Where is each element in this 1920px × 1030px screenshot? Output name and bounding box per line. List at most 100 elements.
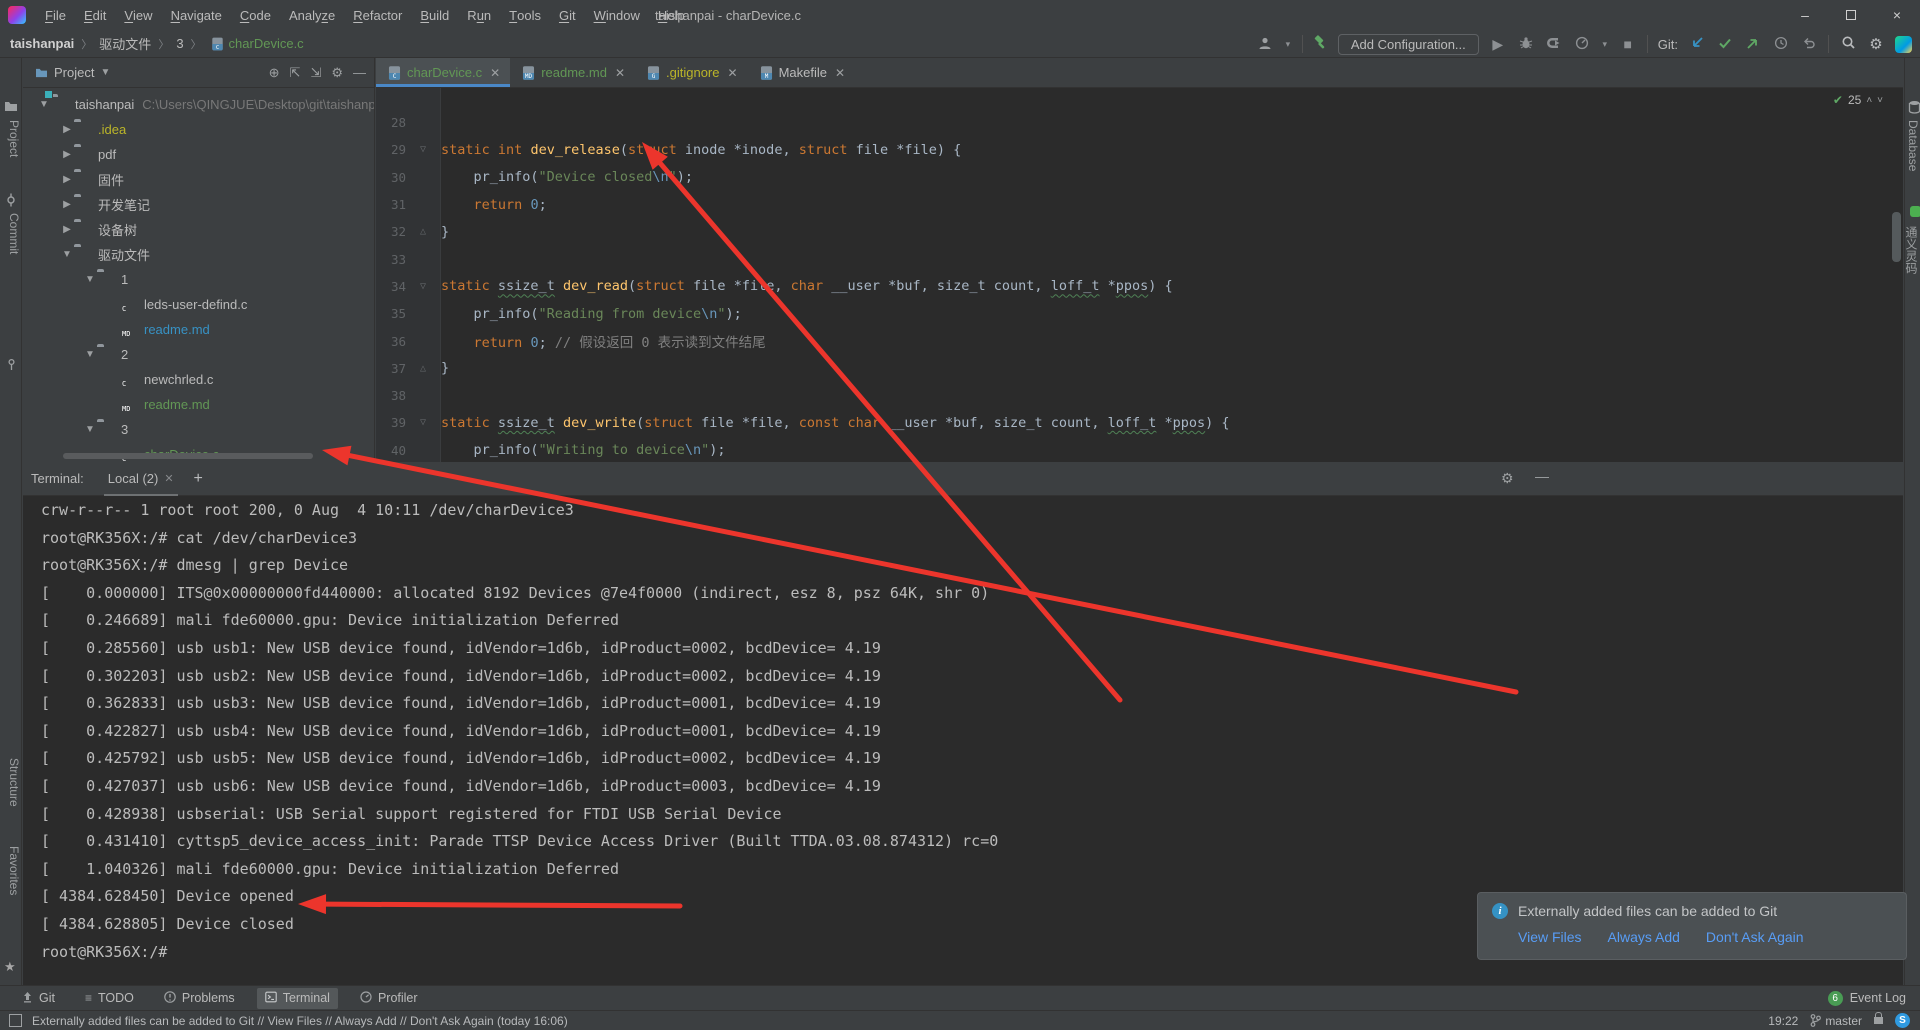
rollback-icon[interactable] (1800, 36, 1818, 53)
editor-tab-.gitignore[interactable]: G.gitignore✕ (635, 58, 748, 87)
line-number[interactable]: 36 (376, 334, 406, 349)
git-push-icon[interactable] (1744, 36, 1762, 53)
line-number[interactable]: 33 (376, 252, 406, 267)
next-problem-icon[interactable]: ˅ (1877, 95, 1883, 106)
menu-edit[interactable]: Edit (75, 0, 115, 30)
build-hammer-icon[interactable] (1313, 35, 1328, 54)
minimize-button[interactable]: – (1782, 0, 1828, 30)
menu-code[interactable]: Code (231, 0, 280, 30)
line-number[interactable]: 34 (376, 279, 406, 294)
tree-chevron-icon[interactable]: ▼ (83, 274, 97, 285)
tree-item-taishanpai[interactable]: ▼taishanpaiC:\Users\QINGJUE\Desktop\git\… (23, 92, 374, 117)
menu-build[interactable]: Build (411, 0, 458, 30)
tree-item-newchrled.c[interactable]: Cnewchrled.c (23, 367, 374, 392)
tree-item-3[interactable]: ▼3 (23, 417, 374, 442)
editor-tab-readme.md[interactable]: MDreadme.md✕ (510, 58, 635, 87)
line-number[interactable]: 40 (376, 443, 406, 458)
tree-item-1[interactable]: ▼1 (23, 267, 374, 292)
tree-chevron-icon[interactable]: ▶ (60, 199, 74, 210)
tree-item-.idea[interactable]: ▶.idea (23, 117, 374, 142)
new-terminal-icon[interactable]: + (194, 470, 203, 488)
tree-chevron-icon[interactable]: ▶ (60, 124, 74, 135)
menu-analyze[interactable]: Analyze (280, 0, 344, 30)
project-horizontal-scrollbar[interactable] (63, 453, 313, 459)
user-icon[interactable] (1256, 36, 1274, 53)
collapse-all-icon[interactable]: ⇱ (290, 65, 301, 81)
terminal-settings-gear-icon[interactable]: ⚙ (1501, 470, 1514, 487)
commit-toolwindow-icon[interactable] (3, 193, 19, 209)
menu-window[interactable]: Window (585, 0, 649, 30)
menu-run[interactable]: Run (458, 0, 500, 30)
bottom-tab-terminal[interactable]: Terminal (257, 988, 338, 1009)
fold-marker-icon[interactable]: △ (406, 226, 440, 237)
breadcrumb-item[interactable]: taishanpai (10, 36, 74, 51)
tree-item-xxxx[interactable]: ▶开发笔记 (23, 192, 374, 217)
editor-area[interactable]: CcharDevice.c✕MDreadme.md✕G.gitignore✕MM… (376, 58, 1903, 462)
coverage-icon[interactable] (1545, 36, 1563, 53)
notification-action-always-add[interactable]: Always Add (1608, 929, 1680, 945)
debug-bug-icon[interactable] (1517, 36, 1535, 53)
project-toolwindow-icon[interactable] (3, 100, 19, 116)
locate-file-icon[interactable]: ⊕ (269, 65, 280, 81)
run-options-dropdown-icon[interactable]: ▾ (1601, 39, 1609, 50)
menu-refactor[interactable]: Refactor (344, 0, 411, 30)
hide-panel-icon[interactable]: — (353, 65, 366, 81)
line-number[interactable]: 32 (376, 224, 406, 239)
line-number[interactable]: 38 (376, 388, 406, 403)
profiler-icon[interactable] (1573, 36, 1591, 53)
stripe-label-favorites[interactable]: Favorites (0, 846, 21, 895)
bottom-tab-git[interactable]: Git (14, 988, 63, 1009)
add-configuration-button[interactable]: Add Configuration... (1338, 34, 1479, 55)
user-dropdown-icon[interactable]: ▾ (1284, 39, 1292, 50)
editor-tab-Makefile[interactable]: MMakefile✕ (748, 58, 855, 87)
fold-marker-icon[interactable]: △ (406, 363, 440, 374)
tree-item-leds-user-defind.c[interactable]: Cleds-user-defind.c (23, 292, 374, 317)
pull-requests-icon[interactable] (3, 358, 19, 374)
settings-gear-icon[interactable]: ⚙ (1867, 35, 1885, 53)
tab-close-icon[interactable]: ✕ (615, 66, 625, 80)
status-message[interactable]: Externally added files can be added to G… (32, 1014, 568, 1028)
toolwindow-toggle-icon[interactable] (9, 1014, 22, 1027)
tree-item-xx[interactable]: ▶固件 (23, 167, 374, 192)
panel-settings-gear-icon[interactable]: ⚙ (331, 65, 343, 81)
tree-item-charDevice.c[interactable]: CcharDevice.c (23, 442, 374, 462)
menu-view[interactable]: View (115, 0, 161, 30)
profile-avatar-icon[interactable] (1895, 36, 1912, 53)
editor-tab-charDevice.c[interactable]: CcharDevice.c✕ (376, 58, 510, 87)
line-number[interactable]: 29 (376, 142, 406, 157)
database-toolwindow-icon[interactable] (1906, 100, 1920, 116)
terminal-minimize-icon[interactable]: — (1535, 468, 1549, 484)
tree-item-pdf[interactable]: ▶pdf (23, 142, 374, 167)
ai-plugin-icon[interactable] (1907, 206, 1920, 222)
bottom-tab-todo[interactable]: ≡TODO (77, 988, 142, 1008)
bottom-tab-problems[interactable]: Problems (156, 988, 243, 1009)
menu-file[interactable]: File (36, 0, 75, 30)
project-panel-title[interactable]: Project (54, 65, 94, 80)
stop-icon[interactable]: ■ (1619, 36, 1637, 52)
tree-chevron-icon[interactable]: ▼ (83, 424, 97, 435)
favorites-star-icon[interactable]: ★ (4, 959, 16, 975)
notification-action-don-t-ask-again[interactable]: Don't Ask Again (1706, 929, 1804, 945)
stripe-label-database[interactable]: Database (1905, 120, 1920, 171)
tree-item-xxx[interactable]: ▶设备树 (23, 217, 374, 242)
git-branch-widget[interactable]: master (1810, 1014, 1862, 1028)
expand-settings-icon[interactable]: ⇲ (310, 65, 321, 81)
history-clock-icon[interactable] (1772, 36, 1790, 53)
search-icon[interactable] (1839, 35, 1857, 53)
fold-marker-icon[interactable]: ▽ (406, 417, 440, 428)
tree-item-readme.md[interactable]: MDreadme.md (23, 392, 374, 417)
menu-tools[interactable]: Tools (500, 0, 550, 30)
line-number[interactable]: 39 (376, 415, 406, 430)
tab-close-icon[interactable]: ✕ (835, 66, 845, 80)
tree-chevron-icon[interactable]: ▼ (60, 249, 74, 260)
terminal-tab-close-icon[interactable]: ✕ (164, 472, 173, 485)
event-log-widget[interactable]: 6 Event Log (1828, 991, 1906, 1006)
inspections-widget[interactable]: ✔ 25 ˄ ˅ (1833, 93, 1883, 107)
tree-item-readme.md[interactable]: MDreadme.md (23, 317, 374, 342)
tree-chevron-icon[interactable]: ▶ (60, 149, 74, 160)
tree-chevron-icon[interactable]: ▶ (60, 174, 74, 185)
maximize-button[interactable] (1828, 0, 1874, 30)
tree-chevron-icon[interactable]: ▼ (37, 99, 51, 110)
line-number[interactable]: 28 (376, 115, 406, 130)
tree-item-xxxx[interactable]: ▼驱动文件 (23, 242, 374, 267)
